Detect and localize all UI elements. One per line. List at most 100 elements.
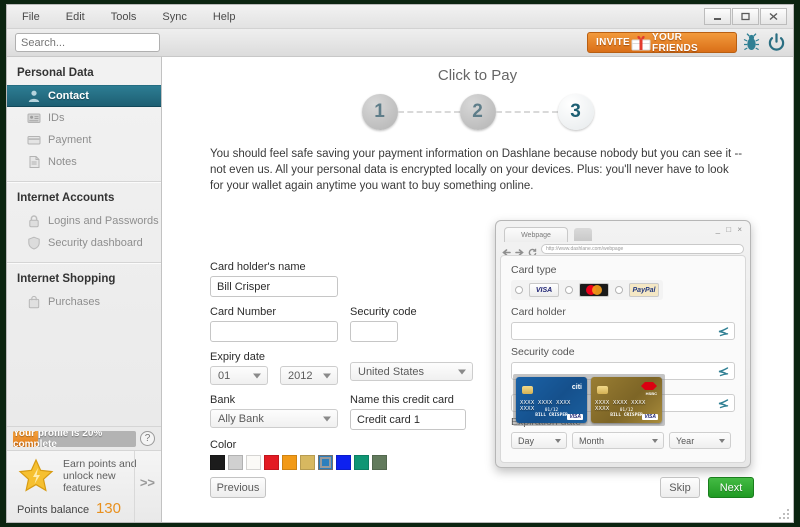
menu-item-tools[interactable]: Tools xyxy=(108,9,140,25)
card-option-hsbc[interactable]: HSBC XXXX XXXX XXXX XXXX 01/12 BILL CRIS… xyxy=(591,377,662,423)
page-title: Click to Pay xyxy=(437,67,518,84)
dashlane-autofill-icon[interactable] xyxy=(717,397,729,409)
visa-logo-icon[interactable]: VISA xyxy=(529,283,559,297)
expiry-date-label: Expiry date xyxy=(210,351,266,363)
sidebar-item-ids[interactable]: IDs xyxy=(7,107,161,129)
profile-progress-bar: Your profile is 20% complete xyxy=(13,430,136,447)
card-number-field: Card Number xyxy=(210,297,338,342)
card-name-input[interactable] xyxy=(350,409,466,430)
popup-month-select[interactable]: Month xyxy=(572,432,664,449)
card-number-input[interactable] xyxy=(210,321,338,342)
bug-icon[interactable] xyxy=(743,33,760,52)
menu-item-edit[interactable]: Edit xyxy=(63,9,88,25)
shopping-bag-icon xyxy=(27,295,41,309)
sidebar-item-purchases[interactable]: Purchases xyxy=(7,291,161,313)
color-swatch[interactable] xyxy=(228,455,243,470)
card-holder-input[interactable] xyxy=(210,276,338,297)
sidebar-item-notes[interactable]: Notes xyxy=(7,151,161,173)
browser-window-controls[interactable]: _ □ × xyxy=(716,225,744,234)
color-swatch-selected[interactable] xyxy=(318,455,333,470)
sidebar-item-security-dashboard[interactable]: Security dashboard xyxy=(7,232,161,254)
sidebar-item-label: Logins and Passwords xyxy=(48,215,159,227)
browser-chrome: Webpage _ □ × http://www.dashlane.com/we… xyxy=(496,221,750,257)
popup-year-value: Year xyxy=(676,435,695,446)
invite-label-right: YOUR FRIENDS xyxy=(652,31,699,54)
paypal-logo-icon[interactable]: PayPal xyxy=(629,283,659,297)
radio-paypal[interactable] xyxy=(615,286,623,294)
sidebar-item-label: Contact xyxy=(48,90,89,102)
security-code-label: Security code xyxy=(350,306,417,318)
color-swatches xyxy=(210,455,480,470)
search-input[interactable] xyxy=(15,33,160,52)
bank-row: Bank Ally Bank Name this credit card xyxy=(210,385,480,430)
minimize-icon xyxy=(714,18,721,20)
browser-url-bar[interactable]: http://www.dashlane.com/webpage xyxy=(541,243,744,254)
skip-button[interactable]: Skip xyxy=(660,477,700,498)
reload-icon[interactable] xyxy=(528,244,537,257)
radio-mastercard[interactable] xyxy=(565,286,573,294)
points-panel-divider xyxy=(134,451,135,522)
close-button[interactable] xyxy=(760,8,787,25)
mastercard-logo-icon[interactable] xyxy=(579,283,609,297)
browser-tab[interactable]: Webpage xyxy=(504,227,568,242)
hsbc-logo-icon xyxy=(641,382,657,390)
popup-day-select[interactable]: Day xyxy=(511,432,567,449)
sidebar-item-logins-and-passwords[interactable]: Logins and Passwords xyxy=(7,210,161,232)
power-icon[interactable] xyxy=(768,33,785,52)
minimize-button[interactable] xyxy=(704,8,731,25)
expiry-month-select[interactable]: 01 xyxy=(210,366,268,385)
bank-select[interactable]: Ally Bank xyxy=(210,409,338,428)
popup-year-select[interactable]: Year xyxy=(669,432,731,449)
menu-item-file[interactable]: File xyxy=(19,9,43,25)
back-arrow-icon[interactable] xyxy=(502,244,511,256)
color-swatch[interactable] xyxy=(264,455,279,470)
security-code-input[interactable] xyxy=(350,321,398,342)
card-number-row: Card Number Security code xyxy=(210,297,480,342)
dashlane-autofill-icon[interactable] xyxy=(717,325,729,337)
maximize-button[interactable] xyxy=(732,8,759,25)
maximize-icon xyxy=(741,12,750,21)
security-code-field: Security code xyxy=(350,297,417,342)
card-option-citi[interactable]: citi XXXX XXXX XXXX XXXX 01/12 BILL CRIS… xyxy=(516,377,587,423)
card-name-label: Name this credit card xyxy=(350,394,454,406)
window-controls xyxy=(704,8,787,25)
radio-visa[interactable] xyxy=(515,286,523,294)
chevron-down-icon xyxy=(253,373,261,378)
dashlane-autofill-icon[interactable] xyxy=(717,365,729,377)
next-button[interactable]: Next xyxy=(708,477,754,498)
color-swatch[interactable] xyxy=(372,455,387,470)
sidebar-section-title-internet-accounts: Internet Accounts xyxy=(17,192,115,204)
payment-form: Card holder's name Card Number Security … xyxy=(210,252,480,470)
resize-grip-icon[interactable] xyxy=(778,507,790,519)
popup-card-holder-input[interactable] xyxy=(511,322,735,340)
expiry-year-value: 2012 xyxy=(288,369,313,382)
color-swatch[interactable] xyxy=(336,455,351,470)
id-card-icon xyxy=(27,111,41,125)
note-icon xyxy=(27,155,41,169)
expiry-year-select[interactable]: 2012 xyxy=(280,366,338,385)
step-3[interactable]: 3 xyxy=(557,94,594,130)
color-swatch[interactable] xyxy=(354,455,369,470)
sidebar-item-payment[interactable]: Payment xyxy=(7,129,161,151)
new-tab-icon[interactable] xyxy=(574,228,592,241)
color-swatch[interactable] xyxy=(210,455,225,470)
title-bar: File Edit Tools Sync Help xyxy=(7,5,793,29)
previous-button[interactable]: Previous xyxy=(210,477,266,498)
chip-icon xyxy=(597,386,608,394)
menu-item-help[interactable]: Help xyxy=(210,9,239,25)
sidebar-item-contact[interactable]: Contact xyxy=(7,85,161,107)
help-icon[interactable]: ? xyxy=(140,431,155,446)
expand-points-panel-button[interactable]: >> xyxy=(140,475,155,490)
sidebar-item-label: Payment xyxy=(48,134,92,146)
color-swatch[interactable] xyxy=(282,455,297,470)
step-1[interactable]: 1 xyxy=(361,94,398,130)
menu-item-sync[interactable]: Sync xyxy=(159,9,189,25)
color-swatch[interactable] xyxy=(300,455,315,470)
application-window: File Edit Tools Sync Help INVITE xyxy=(6,4,794,523)
chevron-down-icon xyxy=(323,373,331,378)
color-swatch[interactable] xyxy=(246,455,261,470)
invite-friends-button[interactable]: INVITE YOUR FRIENDS xyxy=(587,31,737,54)
step-2[interactable]: 2 xyxy=(459,94,496,130)
sidebar: Personal Data Contact IDs Payment Notes … xyxy=(7,57,162,522)
forward-arrow-icon[interactable] xyxy=(515,244,524,256)
